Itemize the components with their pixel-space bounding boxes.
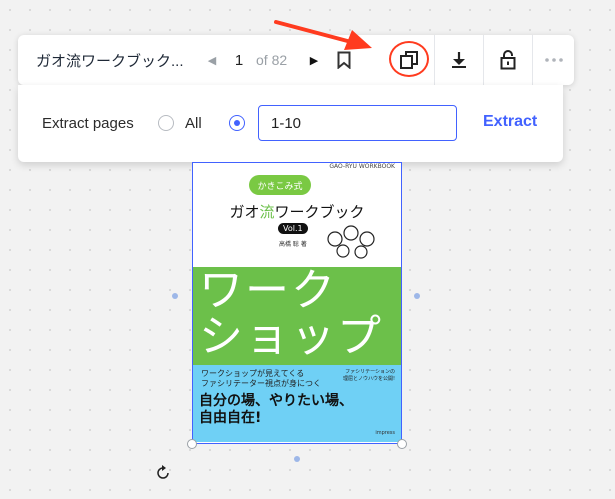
cover-big-line1: ワーク	[199, 265, 337, 316]
cover-side-note: ファシリテーションの 理屈とノウハウを公開!	[342, 369, 395, 382]
next-page-icon[interactable]: ▶	[304, 54, 324, 67]
extract-pages-label: Extract pages	[42, 115, 134, 132]
previous-page-icon[interactable]: ◀	[202, 54, 222, 67]
cover-subtitle: ワークショップが見えてくる ファシリテーター視点が身につく	[201, 369, 321, 388]
connector-dot-right[interactable]	[414, 293, 420, 299]
extract-button[interactable]: Extract	[483, 113, 537, 131]
unlock-icon	[500, 50, 516, 70]
cover-title: ガオ流ワークブック	[229, 203, 365, 221]
more-icon	[544, 58, 563, 62]
download-icon	[452, 52, 466, 68]
extract-pages-panel: Extract pages All Extract	[18, 85, 563, 162]
resize-handle-bottom-right[interactable]	[397, 439, 407, 449]
rotate-icon[interactable]	[154, 464, 172, 482]
cover-series: GAO-RYU WORKBOOK	[329, 163, 395, 170]
resize-handle-bottom-left[interactable]	[187, 439, 197, 449]
bookmark-button[interactable]	[326, 35, 362, 85]
cover-illustration	[327, 225, 375, 259]
current-page-number[interactable]: 1	[222, 52, 256, 69]
cover-tagline: 自分の場、やりたい場、 自由自在!	[199, 393, 353, 426]
pdf-preview-card[interactable]: GAO-RYU WORKBOOK かきこみ式 ガオ流ワークブック Vol.1 高…	[192, 162, 402, 444]
more-options-button[interactable]	[533, 35, 574, 85]
cover-publisher: impress	[375, 430, 395, 436]
radio-all-pages[interactable]	[158, 115, 174, 131]
page-total: of 82	[256, 52, 288, 68]
page-navigation: ◀ 1 of 82 ▶	[202, 52, 324, 69]
lock-button[interactable]	[484, 35, 532, 85]
cover-blue-band: ワークショップが見えてくる ファシリテーター視点が身につく ファシリテーションの理…	[193, 365, 401, 442]
cover-bubble: かきこみ式	[249, 175, 311, 195]
radio-all-label: All	[185, 115, 202, 132]
connector-dot-bottom[interactable]	[294, 456, 300, 462]
cover-big-line2: ショップ	[199, 311, 383, 362]
document-title: ガオ流ワークブック...	[36, 52, 184, 70]
cover-author: 高橋 聡 著	[279, 241, 307, 248]
bookmark-icon	[337, 51, 351, 69]
page-range-input[interactable]	[258, 105, 457, 141]
pdf-toolbar: ガオ流ワークブック... ◀ 1 of 82 ▶	[18, 35, 574, 85]
radio-page-range[interactable]	[229, 115, 245, 131]
cover-green-band: ワーク ショップ	[193, 267, 401, 365]
download-button[interactable]	[435, 35, 483, 85]
highlight-circle	[389, 41, 429, 77]
cover-volume: Vol.1	[278, 223, 308, 234]
connector-dot-left[interactable]	[172, 293, 178, 299]
cover-top: GAO-RYU WORKBOOK かきこみ式 ガオ流ワークブック Vol.1 高…	[193, 163, 401, 267]
